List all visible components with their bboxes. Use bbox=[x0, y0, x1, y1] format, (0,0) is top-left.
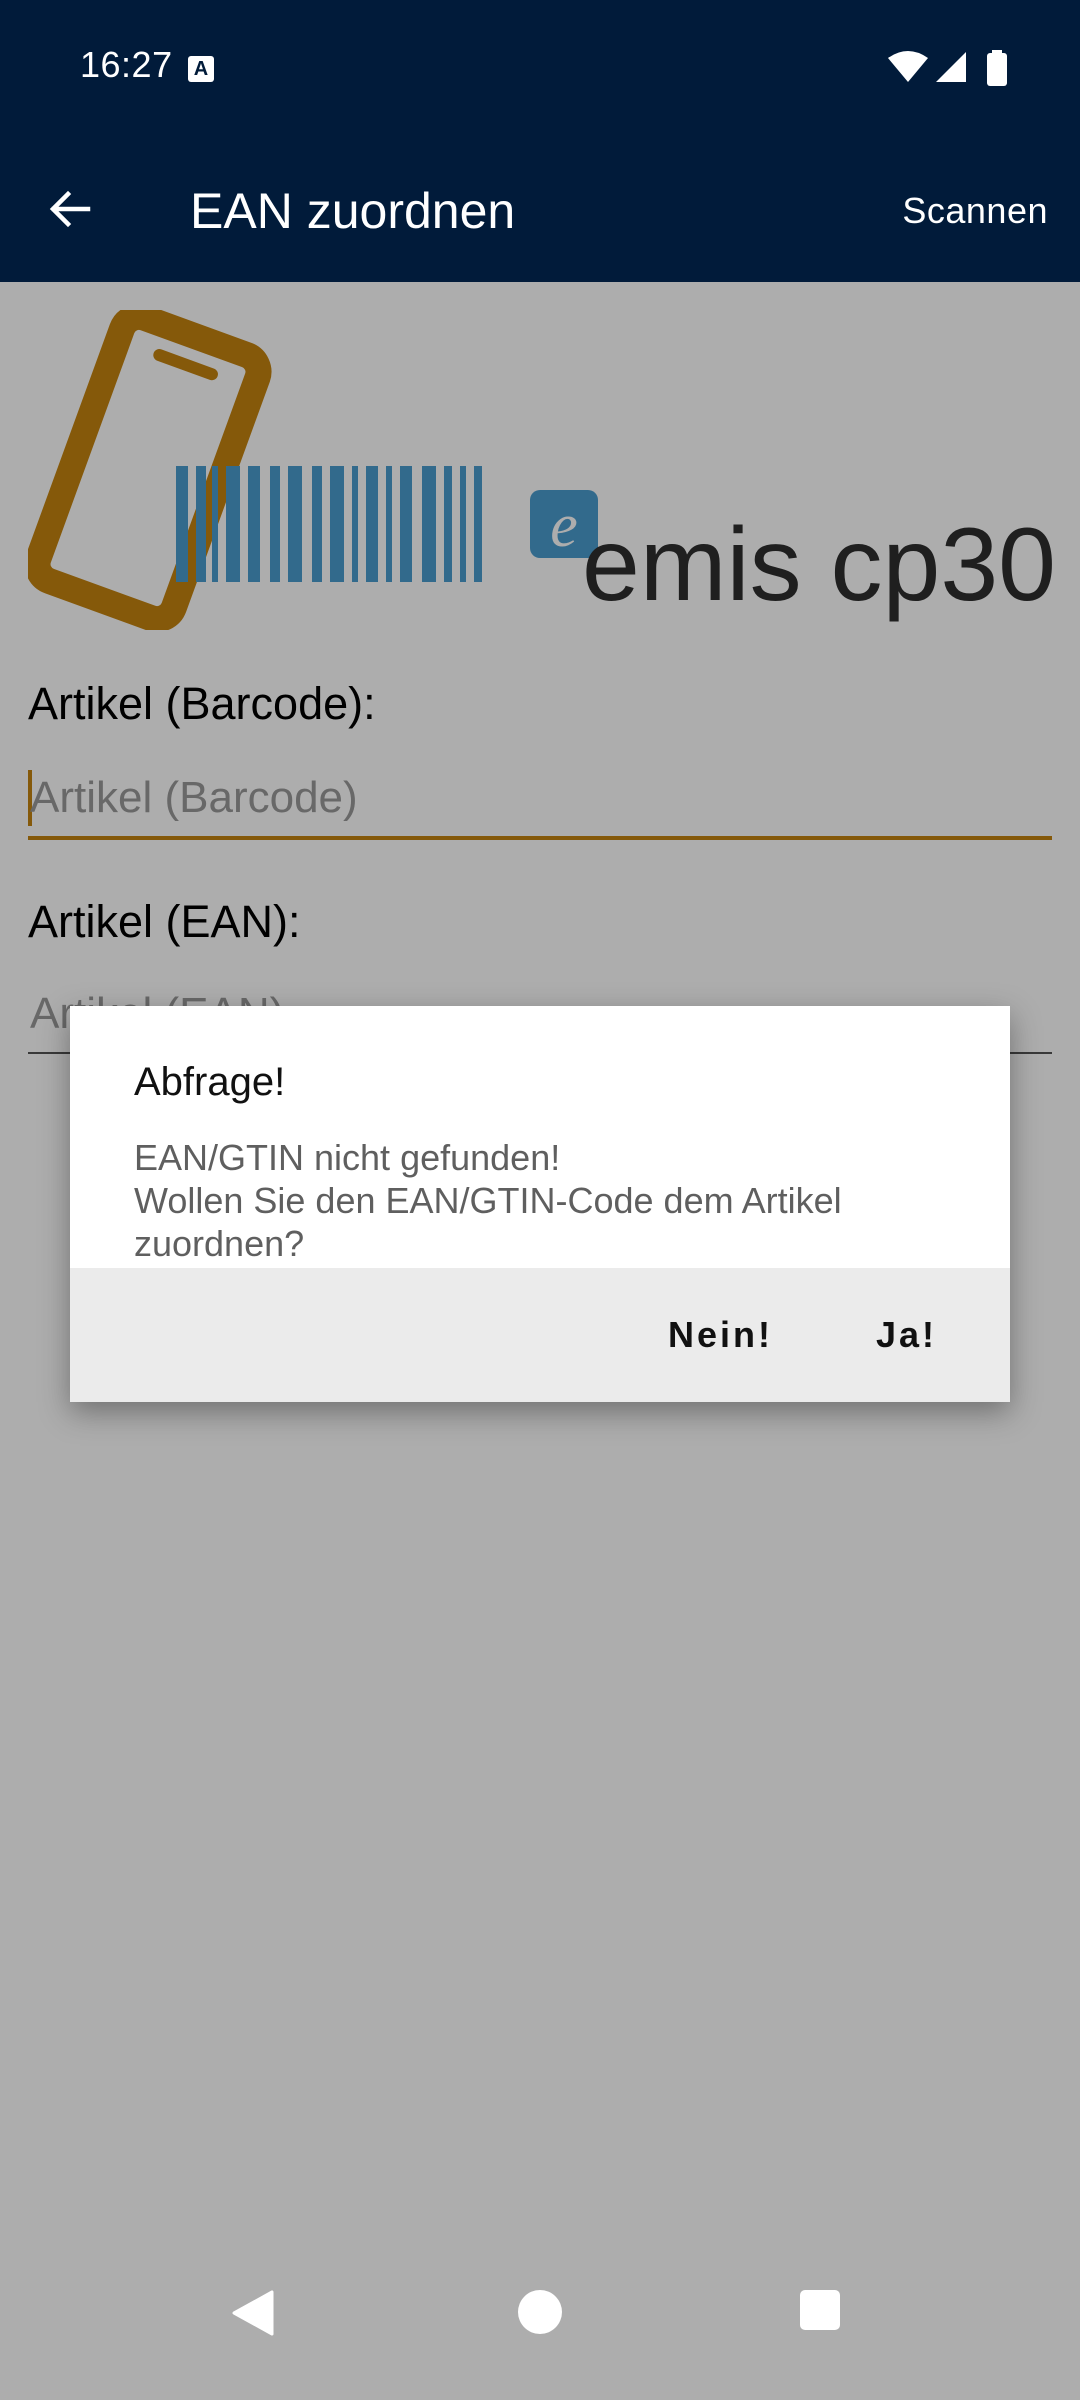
keyboard-notification-icon: A bbox=[188, 56, 214, 82]
dialog-message: EAN/GTIN nicht gefunden! Wollen Sie den … bbox=[134, 1136, 954, 1265]
no-button[interactable]: Nein! bbox=[668, 1314, 773, 1356]
page-title: EAN zuordnen bbox=[190, 183, 516, 239]
dialog-title: Abfrage! bbox=[134, 1060, 286, 1104]
dialog-message-line1: EAN/GTIN nicht gefunden! bbox=[134, 1137, 561, 1178]
wifi-icon bbox=[888, 51, 928, 82]
navigation-bar bbox=[0, 2260, 1080, 2400]
status-icons bbox=[888, 50, 1008, 86]
nav-recents-icon[interactable] bbox=[800, 2290, 840, 2330]
yes-button[interactable]: Ja! bbox=[876, 1314, 937, 1356]
nav-back-icon[interactable] bbox=[232, 2290, 276, 2336]
battery-icon bbox=[987, 50, 1007, 86]
dialog-message-line2: Wollen Sie den EAN/GTIN-Code dem Artikel… bbox=[134, 1180, 842, 1264]
app-bar: EAN zuordnen Scannen bbox=[0, 134, 1080, 282]
status-bar: 16:27 A bbox=[0, 0, 1080, 134]
confirm-dialog: Abfrage! EAN/GTIN nicht gefunden! Wollen… bbox=[70, 1006, 1010, 1402]
scan-button[interactable]: Scannen bbox=[902, 190, 1048, 232]
status-time: 16:27 bbox=[80, 44, 173, 85]
arrow-left-icon[interactable] bbox=[44, 184, 94, 234]
dialog-actions: Nein! Ja! bbox=[70, 1268, 1010, 1402]
nav-home-icon[interactable] bbox=[518, 2290, 562, 2334]
signal-icon bbox=[936, 52, 966, 82]
